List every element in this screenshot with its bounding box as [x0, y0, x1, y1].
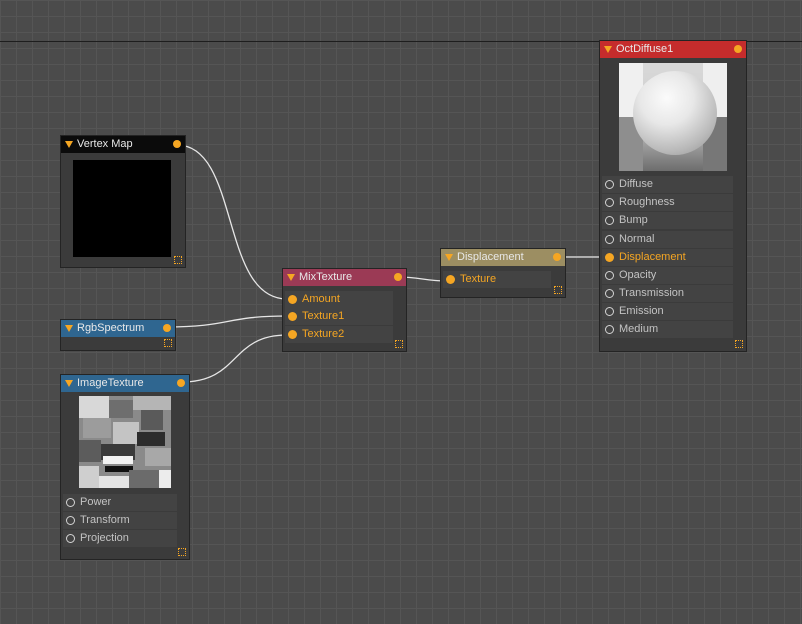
mix-texture-pin-texture2[interactable]: Texture2 — [285, 326, 393, 343]
mix-texture-title: MixTexture — [299, 271, 353, 283]
input-pin-dot[interactable] — [605, 307, 614, 316]
wire-vertexmap-amount[interactable] — [176, 144, 288, 300]
image-texture-header[interactable]: ImageTexture — [61, 375, 189, 392]
material-preview-sphere — [619, 63, 727, 171]
displacement-node[interactable]: Displacement Texture — [440, 248, 566, 298]
pin-label: Transform — [80, 514, 130, 526]
mix-texture-pin-texture1[interactable]: Texture1 — [285, 308, 393, 325]
image-texture-preview — [79, 396, 171, 488]
pin-label: Transmission — [619, 287, 684, 299]
pin-label: Opacity — [619, 269, 657, 281]
wire-imagetexture-texture2[interactable] — [181, 334, 288, 383]
oct-diffuse-pin-opacity[interactable]: Opacity — [602, 267, 733, 284]
oct-diffuse-pin-displacement[interactable]: Displacement — [602, 249, 733, 266]
pin-label: Projection — [80, 532, 129, 544]
input-pin-dot[interactable] — [605, 198, 614, 207]
mix-texture-pin-amount[interactable]: Amount — [285, 291, 393, 308]
vertex-map-header[interactable]: Vertex Map — [61, 136, 185, 153]
oct-diffuse-pin-normal[interactable]: Normal — [602, 231, 733, 248]
oct-diffuse-node[interactable]: OctDiffuse1 Diffuse Roughness Bump Norma… — [599, 40, 747, 352]
displacement-header[interactable]: Displacement — [441, 249, 565, 266]
pin-label: Normal — [619, 233, 655, 245]
input-pin-dot[interactable] — [605, 253, 614, 262]
collapse-triangle-icon[interactable] — [65, 380, 73, 387]
image-texture-pin-power[interactable]: Power — [63, 494, 177, 511]
image-texture-title: ImageTexture — [77, 377, 144, 389]
oct-diffuse-pin-emission[interactable]: Emission — [602, 303, 733, 320]
pin-label: Diffuse — [619, 178, 654, 190]
wire-rgbspectrum-texture1[interactable] — [166, 315, 288, 328]
pin-label: Texture — [460, 273, 497, 285]
oct-diffuse-pin-roughness[interactable]: Roughness — [602, 194, 733, 211]
pin-label: Amount — [302, 293, 340, 305]
input-pin-dot[interactable] — [605, 325, 614, 334]
oct-diffuse-pin-diffuse[interactable]: Diffuse — [602, 176, 733, 193]
resize-handle-icon[interactable] — [178, 548, 186, 556]
oct-diffuse-pin-medium[interactable]: Medium — [602, 321, 733, 338]
image-texture-output-pin[interactable] — [177, 379, 185, 387]
image-texture-pin-projection[interactable]: Projection — [63, 530, 177, 547]
oct-diffuse-title: OctDiffuse1 — [616, 43, 674, 55]
oct-diffuse-output-pin[interactable] — [734, 45, 742, 53]
input-pin-dot[interactable] — [66, 534, 75, 543]
displacement-title: Displacement — [457, 251, 524, 263]
input-pin-dot[interactable] — [66, 516, 75, 525]
displacement-pin-texture[interactable]: Texture — [443, 271, 551, 288]
resize-handle-icon[interactable] — [554, 286, 562, 294]
collapse-triangle-icon[interactable] — [445, 254, 453, 261]
pin-label: Power — [80, 496, 112, 508]
mix-texture-node[interactable]: MixTexture Amount Texture1 Texture2 — [282, 268, 407, 352]
mix-texture-output-pin[interactable] — [394, 273, 402, 281]
vertex-map-node[interactable]: Vertex Map — [60, 135, 186, 268]
oct-diffuse-pin-bump[interactable]: Bump — [602, 212, 733, 229]
input-pin-dot[interactable] — [66, 498, 75, 507]
input-pin-dot[interactable] — [605, 180, 614, 189]
resize-handle-icon[interactable] — [735, 340, 743, 348]
resize-handle-icon[interactable] — [395, 340, 403, 348]
input-pin-dot[interactable] — [605, 289, 614, 298]
oct-diffuse-header[interactable]: OctDiffuse1 — [600, 41, 746, 58]
image-texture-node[interactable]: ImageTexture Power Transform Projection — [60, 374, 190, 560]
resize-handle-icon[interactable] — [164, 339, 172, 347]
pin-label: Bump — [619, 214, 648, 226]
collapse-triangle-icon[interactable] — [604, 46, 612, 53]
pin-label: Texture1 — [302, 310, 345, 322]
input-pin-dot[interactable] — [605, 271, 614, 280]
pin-label: Texture2 — [302, 328, 345, 340]
collapse-triangle-icon[interactable] — [287, 274, 295, 281]
vertex-map-preview — [73, 160, 171, 257]
vertex-map-output-pin[interactable] — [173, 140, 181, 148]
input-pin-dot[interactable] — [446, 275, 455, 284]
input-pin-dot[interactable] — [605, 216, 614, 225]
pin-label: Roughness — [619, 196, 675, 208]
image-texture-pin-transform[interactable]: Transform — [63, 512, 177, 529]
vertex-map-title: Vertex Map — [77, 138, 133, 150]
resize-handle-icon[interactable] — [174, 256, 182, 264]
mix-texture-header[interactable]: MixTexture — [283, 269, 406, 286]
collapse-triangle-icon[interactable] — [65, 325, 73, 332]
rgb-spectrum-output-pin[interactable] — [163, 324, 171, 332]
rgb-spectrum-node[interactable]: RgbSpectrum — [60, 319, 176, 351]
pin-label: Medium — [619, 323, 659, 335]
input-pin-dot[interactable] — [605, 235, 614, 244]
input-pin-dot[interactable] — [288, 312, 297, 321]
rgb-spectrum-title: RgbSpectrum — [77, 322, 145, 334]
oct-diffuse-pin-transmission[interactable]: Transmission — [602, 285, 733, 302]
pin-label: Displacement — [619, 251, 686, 263]
input-pin-dot[interactable] — [288, 330, 297, 339]
input-pin-dot[interactable] — [288, 295, 297, 304]
pin-label: Emission — [619, 305, 664, 317]
rgb-spectrum-header[interactable]: RgbSpectrum — [61, 320, 175, 337]
collapse-triangle-icon[interactable] — [65, 141, 73, 148]
displacement-output-pin[interactable] — [553, 253, 561, 261]
